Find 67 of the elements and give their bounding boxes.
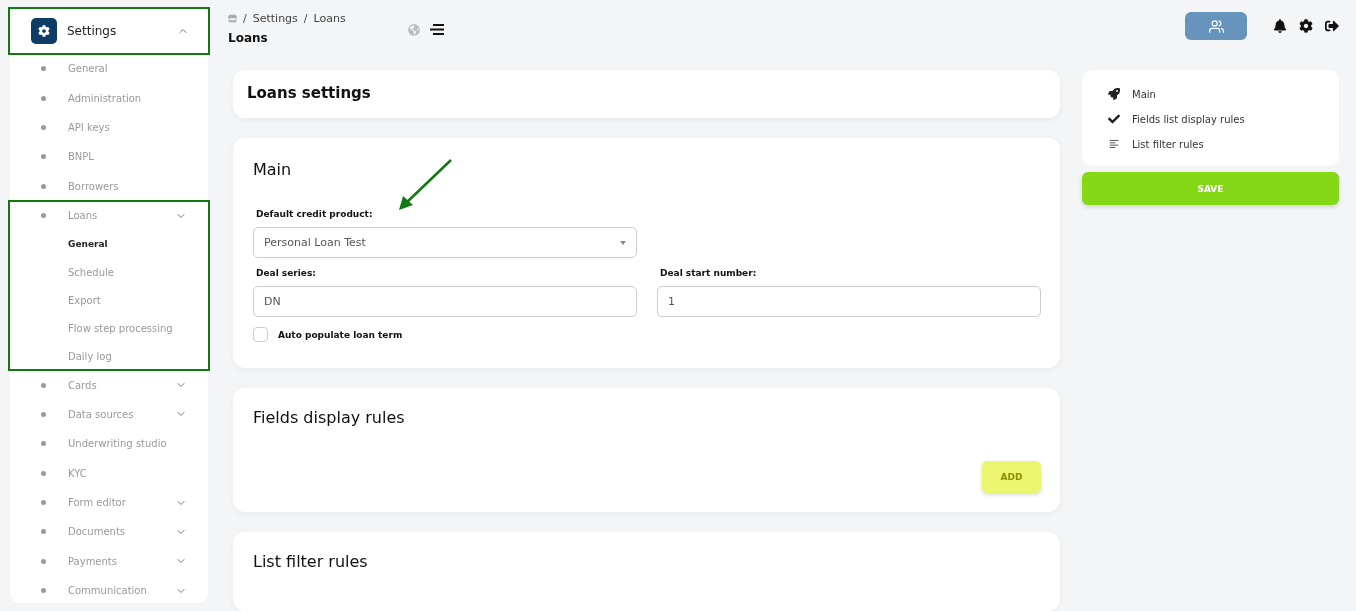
- sidebar-item[interactable]: Form editor: [9, 487, 209, 518]
- input-field[interactable]: DN: [253, 286, 637, 317]
- breadcrumb-separator: /: [243, 12, 247, 25]
- sidebar-item[interactable]: Loans: [9, 200, 209, 231]
- credit-product-select[interactable]: Personal Loan Test: [253, 227, 637, 258]
- sidebar-item[interactable]: Borrowers: [9, 171, 209, 201]
- logout-icon[interactable]: [1325, 19, 1339, 33]
- field-label: Default credit product:: [256, 209, 374, 219]
- check-icon: [1108, 113, 1122, 125]
- breadcrumb-link[interactable]: Settings: [252, 12, 298, 25]
- caret-icon: [620, 240, 626, 245]
- bullet-icon: [41, 124, 46, 130]
- bullet-icon: [41, 588, 46, 594]
- bullet-icon: [41, 183, 46, 189]
- breadcrumb-link[interactable]: Loans: [313, 12, 346, 25]
- sidebar-item[interactable]: Communication: [9, 576, 209, 606]
- section-link[interactable]: List filter rules: [1108, 138, 1315, 150]
- menu-icon[interactable]: [430, 24, 444, 36]
- bullet-icon: [41, 441, 46, 447]
- sidebar-subitem[interactable]: Daily log: [9, 342, 209, 371]
- checkbox[interactable]: [253, 327, 268, 342]
- bullet-icon: [41, 213, 46, 219]
- field-label: Deal start number:: [660, 268, 758, 278]
- bullet-icon: [41, 411, 46, 417]
- field-label: Deal series:: [256, 268, 317, 278]
- rocket-icon: [1108, 88, 1122, 100]
- sidebar-item[interactable]: Administration: [9, 83, 209, 113]
- user-search-button[interactable]: [1185, 12, 1247, 40]
- sidebar-subitem[interactable]: General: [9, 230, 209, 259]
- sidebar-item[interactable]: Cards: [9, 370, 209, 400]
- bullet-icon: [41, 500, 46, 506]
- add-button[interactable]: ADD: [982, 461, 1041, 493]
- settings-menu-header[interactable]: Settings: [9, 8, 209, 54]
- settings-icon[interactable]: [1299, 19, 1313, 33]
- section-link[interactable]: Main: [1108, 88, 1315, 100]
- sidebar-item[interactable]: Data sources: [9, 399, 209, 430]
- bullet-icon: [41, 154, 46, 160]
- section-title: Loans settings: [247, 84, 372, 102]
- sidebar-item[interactable]: Payments: [9, 546, 209, 577]
- section-link[interactable]: Fields list display rules: [1108, 113, 1315, 125]
- section-title: Fields display rules: [253, 408, 406, 427]
- breadcrumb-separator: /: [303, 12, 308, 25]
- sidebar-item[interactable]: Underwriting studio: [9, 429, 209, 459]
- sidebar-item[interactable]: KYC: [9, 458, 209, 488]
- sidebar-subitem[interactable]: Flow step processing: [9, 314, 209, 343]
- bullet-icon: [41, 470, 46, 476]
- section-title: List filter rules: [253, 552, 369, 571]
- sidebar-item[interactable]: BNPL: [9, 142, 209, 172]
- sidebar-item[interactable]: Documents: [9, 517, 209, 547]
- sidebar-subitem[interactable]: Schedule: [9, 258, 209, 287]
- bullet-icon: [41, 529, 46, 535]
- input-field[interactable]: 1: [657, 286, 1041, 317]
- users-icon: [1208, 18, 1224, 34]
- sidebar-item[interactable]: General: [9, 54, 209, 84]
- sidebar-item[interactable]: API keys: [9, 112, 209, 143]
- sidebar-subitem[interactable]: Export: [9, 286, 209, 315]
- bullet-icon: [41, 95, 46, 101]
- checkbox-label: Auto populate loan term: [278, 329, 403, 340]
- bullet-icon: [41, 66, 46, 72]
- bullet-icon: [41, 382, 46, 388]
- save-button[interactable]: SAVE: [1082, 172, 1339, 205]
- section-title: Main: [253, 160, 293, 179]
- settings-icon: [31, 18, 57, 44]
- page-title: Loans: [228, 31, 269, 45]
- annotation-arrow: [397, 158, 453, 212]
- notification-icon[interactable]: [1273, 19, 1287, 33]
- bullet-icon: [41, 558, 46, 564]
